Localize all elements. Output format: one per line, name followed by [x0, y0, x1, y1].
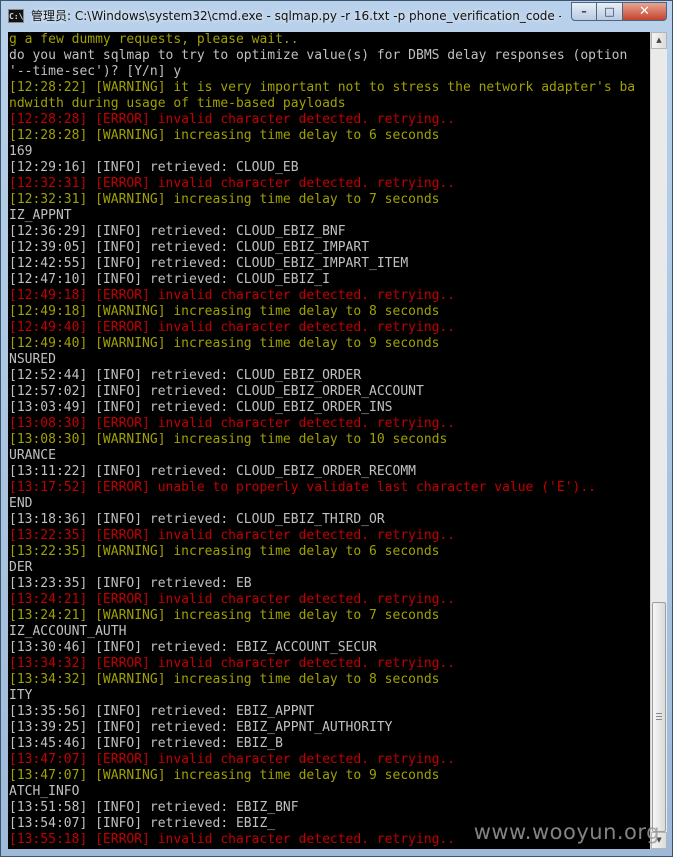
- console-line-info: [12:36:29] [INFO] retrieved: CLOUD_EBIZ_…: [9, 224, 346, 239]
- console-line-err: [13:22:35] [ERROR] invalid character det…: [9, 528, 456, 543]
- console-line-info: [13:39:25] [INFO] retrieved: EBIZ_APPNT_…: [9, 720, 393, 735]
- console-line-warn: [12:28:28] [WARNING] increasing time del…: [9, 128, 440, 143]
- console-line-err: [12:49:18] [ERROR] invalid character det…: [9, 288, 456, 303]
- console-line-info: [13:18:36] [INFO] retrieved: CLOUD_EBIZ_…: [9, 512, 385, 527]
- vertical-scrollbar[interactable]: ▲ ▼: [650, 32, 667, 849]
- console-line-info: IZ_APPNT: [9, 208, 72, 223]
- console-output[interactable]: g a few dummy requests, please wait.. do …: [8, 32, 650, 849]
- console-line-warn: ndwidth during usage of time-based paylo…: [9, 96, 346, 111]
- cmd-window: C:\ 管理员: C:\Windows\system32\cmd.exe - s…: [0, 0, 673, 857]
- console-line-warn: [12:28:22] [WARNING] it is very importan…: [9, 80, 636, 95]
- console-line-info: [12:29:16] [INFO] retrieved: CLOUD_EB: [9, 160, 299, 175]
- scroll-up-arrow-icon[interactable]: ▲: [651, 32, 667, 49]
- console-line-warn: [12:32:31] [WARNING] increasing time del…: [9, 192, 440, 207]
- console-line-warn: g a few dummy requests, please wait..: [9, 32, 299, 47]
- console-line-info: NSURED: [9, 352, 56, 367]
- console-line-info: [13:45:46] [INFO] retrieved: EBIZ_B: [9, 736, 283, 751]
- console-line-info: [13:35:56] [INFO] retrieved: EBIZ_APPNT: [9, 704, 315, 719]
- console-line-warn: [13:47:07] [WARNING] increasing time del…: [9, 768, 440, 783]
- console-line-info: [13:30:46] [INFO] retrieved: EBIZ_ACCOUN…: [9, 640, 377, 655]
- console-line-info: '--time-sec')? [Y/n] y: [9, 64, 182, 79]
- cmd-app-icon[interactable]: C:\: [8, 9, 24, 23]
- console-line-info: DER: [9, 560, 33, 575]
- console-line-warn: [12:49:40] [WARNING] increasing time del…: [9, 336, 440, 351]
- close-button[interactable]: ✕: [623, 2, 667, 21]
- console-line-err: [13:17:52] [ERROR] unable to properly va…: [9, 480, 596, 495]
- minimize-button[interactable]: –: [571, 2, 597, 21]
- console-line-err: [13:08:30] [ERROR] invalid character det…: [9, 416, 456, 431]
- console-line-warn: [13:24:21] [WARNING] increasing time del…: [9, 608, 440, 623]
- console-line-info: URANCE: [9, 448, 56, 463]
- scrollbar-thumb[interactable]: [652, 602, 666, 832]
- thumb-grip: [656, 713, 662, 714]
- console-line-info: END: [9, 496, 33, 511]
- title-bar[interactable]: C:\ 管理员: C:\Windows\system32\cmd.exe - s…: [1, 1, 672, 31]
- console-line-info: [12:52:44] [INFO] retrieved: CLOUD_EBIZ_…: [9, 368, 362, 383]
- console-line-info: IZ_ACCOUNT_AUTH: [9, 624, 127, 639]
- console-line-info: ITY: [9, 688, 33, 703]
- window-title: 管理员: C:\Windows\system32\cmd.exe - sqlma…: [31, 9, 561, 23]
- console-line-info: ATCH_INFO: [9, 784, 80, 799]
- console-line-err: [12:32:31] [ERROR] invalid character det…: [9, 176, 456, 191]
- console-line-err: [13:47:07] [ERROR] invalid character det…: [9, 752, 456, 767]
- console-line-info: [13:03:49] [INFO] retrieved: CLOUD_EBIZ_…: [9, 400, 393, 415]
- console-line-info: [12:57:02] [INFO] retrieved: CLOUD_EBIZ_…: [9, 384, 424, 399]
- console-line-info: [13:23:35] [INFO] retrieved: EB: [9, 576, 252, 591]
- maximize-button[interactable]: □: [597, 2, 623, 21]
- watermark: www.wooyun.org: [473, 820, 660, 844]
- console-line-warn: [13:22:35] [WARNING] increasing time del…: [9, 544, 440, 559]
- console-line-info: 169: [9, 144, 33, 159]
- console-line-info: [12:39:05] [INFO] retrieved: CLOUD_EBIZ_…: [9, 240, 370, 255]
- console-line-info: do you want sqlmap to try to optimize va…: [9, 48, 628, 63]
- console-line-err: [13:24:21] [ERROR] invalid character det…: [9, 592, 456, 607]
- console-line-warn: [13:34:32] [WARNING] increasing time del…: [9, 672, 440, 687]
- console-line-warn: [12:49:18] [WARNING] increasing time del…: [9, 304, 440, 319]
- window-controls: – □ ✕: [571, 2, 667, 21]
- thumb-grip: [656, 716, 662, 717]
- console-line-err: [12:49:40] [ERROR] invalid character det…: [9, 320, 456, 335]
- thumb-grip: [656, 719, 662, 720]
- console-line-info: [12:47:10] [INFO] retrieved: CLOUD_EBIZ_…: [9, 272, 330, 287]
- console-line-info: [13:51:58] [INFO] retrieved: EBIZ_BNF: [9, 800, 299, 815]
- console-line-info: [12:42:55] [INFO] retrieved: CLOUD_EBIZ_…: [9, 256, 409, 271]
- console-line-info: [13:11:22] [INFO] retrieved: CLOUD_EBIZ_…: [9, 464, 416, 479]
- console-line-err: [12:28:28] [ERROR] invalid character det…: [9, 112, 456, 127]
- console-line-err: [13:34:32] [ERROR] invalid character det…: [9, 656, 456, 671]
- console-line-warn: [13:08:30] [WARNING] increasing time del…: [9, 432, 448, 447]
